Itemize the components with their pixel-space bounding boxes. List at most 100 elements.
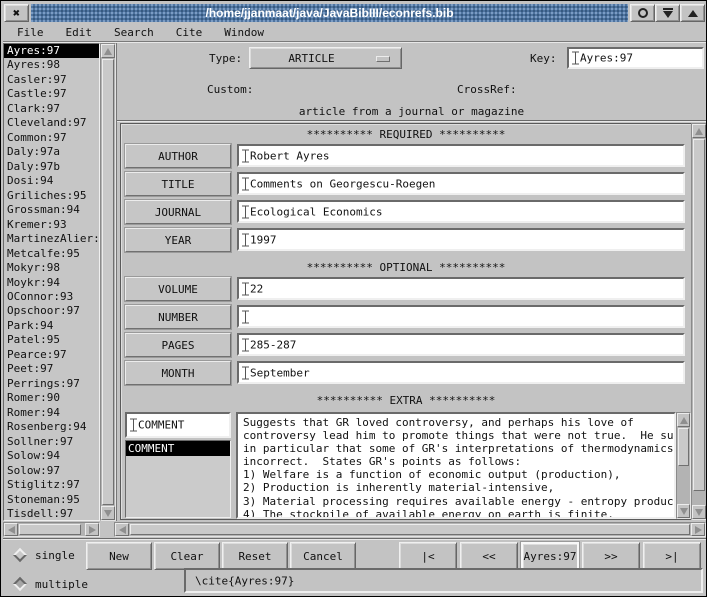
extra-textarea[interactable]: Suggests that GR loved controversy, and … <box>236 412 676 519</box>
reference-list-item[interactable]: Opschoor:97 <box>4 304 99 318</box>
reference-list-item[interactable]: Rosenberg:94 <box>4 420 99 434</box>
reference-list-item[interactable]: Casler:97 <box>4 73 99 87</box>
reference-list-item[interactable]: Tisdell:97 <box>4 507 99 521</box>
cite-output-field[interactable]: \cite{Ayres:97} <box>184 568 703 593</box>
nav-button[interactable]: >| <box>643 542 701 570</box>
reference-list-item[interactable]: Peet:97 <box>4 362 99 376</box>
menu-item[interactable]: Cite <box>176 26 203 39</box>
reference-list-item[interactable]: Stiglitz:97 <box>4 478 99 492</box>
reference-list: Ayres:97Ayres:98Casler:97Castle:97Clark:… <box>3 43 100 521</box>
reference-list-item[interactable]: Griliches:95 <box>4 189 99 203</box>
reference-list-item[interactable]: Grossman:94 <box>4 203 99 217</box>
scrollbar-thumb[interactable] <box>102 59 114 505</box>
form-horizontal-scrollbar[interactable] <box>114 522 706 537</box>
reference-list-item[interactable]: Kremer:93 <box>4 218 99 232</box>
reference-list-item[interactable]: Romer:90 <box>4 391 99 405</box>
reference-list-item[interactable]: Solow:97 <box>4 464 99 478</box>
multiple-radio[interactable] <box>13 577 27 591</box>
reference-list-item[interactable]: Solow:94 <box>4 449 99 463</box>
scroll-down-arrow[interactable] <box>692 505 706 519</box>
field-label: MONTH <box>125 361 231 385</box>
menu-item[interactable]: Window <box>224 26 264 39</box>
option-menu-icon <box>376 56 390 62</box>
scroll-left-arrow[interactable] <box>115 523 129 536</box>
nav-button[interactable]: |< <box>399 542 457 570</box>
menu-button[interactable] <box>630 4 655 22</box>
app-window: ✖ /home/jjanmaat/java/JavaBibIII/econref… <box>0 0 707 597</box>
reference-list-item[interactable]: Castle:97 <box>4 87 99 101</box>
reference-list-item[interactable]: Park:94 <box>4 319 99 333</box>
scrollbar-thumb[interactable] <box>19 524 81 535</box>
maximize-button[interactable] <box>680 4 705 22</box>
field-input[interactable]: 1997 <box>237 228 685 251</box>
field-input[interactable]: Comments on Georgescu-Roegen <box>237 172 685 195</box>
text-cursor <box>242 366 249 379</box>
field-input[interactable]: 285-287 <box>237 333 685 356</box>
reference-list-item[interactable]: Ayres:97 <box>4 44 99 58</box>
type-dropdown[interactable]: ARTICLE <box>249 47 402 69</box>
scroll-right-arrow[interactable] <box>85 523 99 536</box>
nav-button[interactable]: Ayres:97 <box>521 542 579 570</box>
scroll-down-arrow[interactable] <box>677 504 690 518</box>
field-input[interactable]: Robert Ayres <box>237 144 685 167</box>
field-input[interactable]: 22 <box>237 277 685 300</box>
scroll-up-arrow[interactable] <box>692 124 706 138</box>
action-button[interactable]: Cancel <box>290 542 356 570</box>
reference-list-item[interactable]: Moykr:94 <box>4 276 99 290</box>
reference-list-item[interactable]: Metcalfe:95 <box>4 247 99 261</box>
reference-list-item[interactable]: Ayres:98 <box>4 58 99 72</box>
menu-item[interactable]: Edit <box>66 26 93 39</box>
field-input[interactable]: Ecological Economics <box>237 200 685 223</box>
reference-list-item[interactable]: Perrings:97 <box>4 377 99 391</box>
field-row: YEAR 1997 <box>125 228 687 252</box>
title-bar[interactable]: ✖ /home/jjanmaat/java/JavaBibIII/econref… <box>3 3 706 23</box>
reference-list-item[interactable]: Romer:94 <box>4 406 99 420</box>
single-radio[interactable] <box>13 548 27 562</box>
single-radio-label[interactable]: single <box>35 549 75 562</box>
scrollbar-thumb[interactable] <box>678 428 689 466</box>
multiple-radio-label[interactable]: multiple <box>35 578 88 591</box>
extra-field-list-item[interactable]: COMMENT <box>126 441 230 456</box>
scroll-down-arrow[interactable] <box>101 506 115 520</box>
extra-field-name-input[interactable]: COMMENT <box>125 412 231 438</box>
scroll-up-arrow[interactable] <box>677 413 690 427</box>
text-cursor <box>242 149 249 162</box>
reference-list-item[interactable]: Clark:97 <box>4 102 99 116</box>
nav-button[interactable]: << <box>460 542 518 570</box>
scroll-left-arrow[interactable] <box>4 523 18 536</box>
field-input[interactable] <box>237 305 685 328</box>
list-vertical-scrollbar[interactable] <box>100 43 116 521</box>
reference-list-item[interactable]: Cleveland:97 <box>4 116 99 130</box>
scrollbar-thumb[interactable] <box>693 139 705 491</box>
nav-button[interactable]: >> <box>582 542 640 570</box>
scroll-up-arrow[interactable] <box>101 44 115 58</box>
text-cursor <box>242 177 249 190</box>
reference-list-item[interactable]: Pearce:97 <box>4 348 99 362</box>
reference-list-item[interactable]: OConnor:93 <box>4 290 99 304</box>
reference-list-item[interactable]: Daly:97a <box>4 145 99 159</box>
field-label: NUMBER <box>125 305 231 329</box>
reference-list-item[interactable]: MartinezAlier:97 <box>4 232 99 246</box>
action-button[interactable]: Reset <box>222 542 288 570</box>
scrollbar-thumb[interactable] <box>130 524 690 535</box>
action-button[interactable]: Clear <box>154 542 220 570</box>
action-button[interactable]: New <box>86 542 152 570</box>
list-horizontal-scrollbar[interactable] <box>3 522 100 537</box>
required-section-header: ********** REQUIRED ********** <box>121 128 691 141</box>
menu-item[interactable]: File <box>17 26 44 39</box>
scroll-right-arrow[interactable] <box>691 523 705 536</box>
reference-list-item[interactable]: Sollner:97 <box>4 435 99 449</box>
reference-list-item[interactable]: Common:97 <box>4 131 99 145</box>
field-input[interactable]: September <box>237 361 685 384</box>
textarea-scrollbar[interactable] <box>676 412 691 519</box>
close-button[interactable]: ✖ <box>4 4 29 22</box>
reference-list-item[interactable]: Mokyr:98 <box>4 261 99 275</box>
menu-item[interactable]: Search <box>114 26 154 39</box>
reference-list-item[interactable]: Dosi:94 <box>4 174 99 188</box>
reference-list-item[interactable]: Daly:97b <box>4 160 99 174</box>
iconify-button[interactable] <box>655 4 680 22</box>
reference-list-item[interactable]: Stoneman:95 <box>4 493 99 507</box>
form-vertical-scrollbar[interactable] <box>691 123 707 520</box>
reference-list-item[interactable]: Patel:95 <box>4 333 99 347</box>
key-input[interactable]: Ayres:97 <box>567 47 704 69</box>
